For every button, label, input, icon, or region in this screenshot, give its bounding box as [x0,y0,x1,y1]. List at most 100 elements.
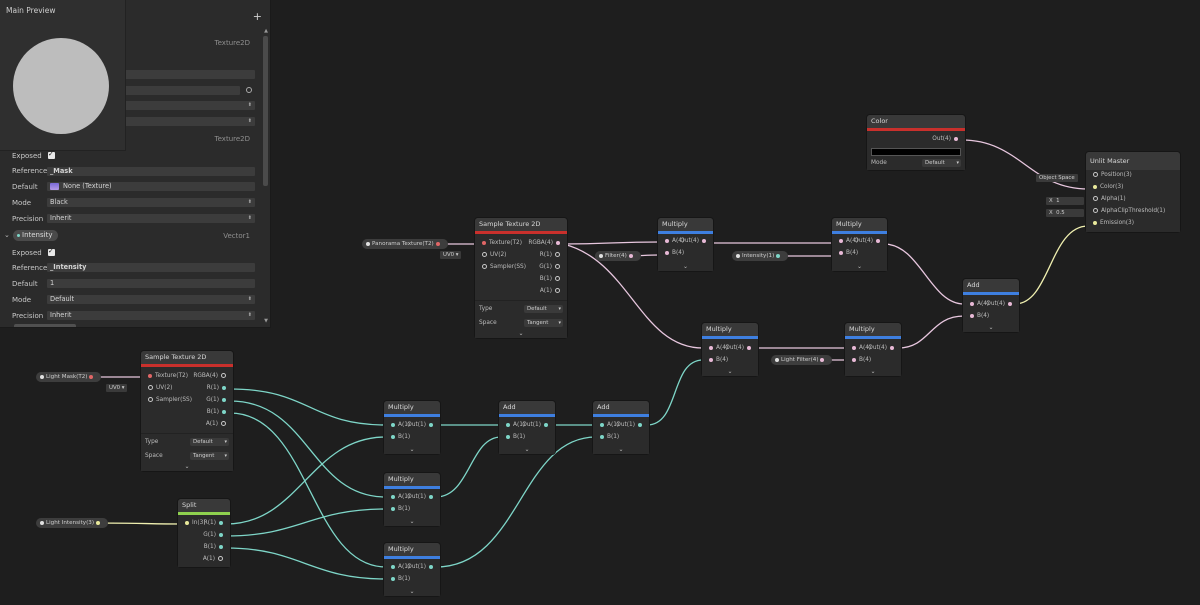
color-swatch[interactable] [871,148,961,156]
output-port-a[interactable]: A(1) [203,554,226,565]
collapse-chevron-icon[interactable]: ⌄ [658,263,713,270]
collapse-chevron-icon[interactable]: ⌄ [475,330,567,337]
output-port-rgba[interactable]: RGBA(4) [193,371,229,382]
collapse-chevron-icon[interactable]: ⌄ [384,518,440,525]
output-port-out[interactable]: Out(1) [407,562,436,573]
port-dot-icon[interactable] [89,374,94,379]
input-port-alpha[interactable]: Alpha(1) [1090,194,1126,205]
intensity-mode-dropdown[interactable]: Default [47,295,255,304]
input-port-b[interactable]: B(4) [836,248,858,259]
space-dropdown[interactable]: Tangent [190,452,229,460]
output-port-rgba[interactable]: RGBA(4) [528,238,563,249]
input-port-color[interactable]: Color(3) [1090,182,1123,193]
blackboard-scrollbar[interactable] [263,36,268,186]
output-port-r[interactable]: R(1) [207,383,229,394]
input-port-sampler[interactable]: Sampler(SS) [145,395,192,406]
property-pill-light-intensity[interactable]: Light Intensity(3) [36,518,108,528]
property-pill-intensity[interactable]: Intensity(1) [732,251,789,261]
property-pill-light-filter[interactable]: Light Filter(4) [771,355,833,365]
node-color[interactable]: Color Out(4) Mode Default [867,115,965,170]
output-port-out[interactable]: Out(4) [854,236,883,247]
output-port-out[interactable]: Out(4) [680,236,709,247]
node-multiply-3[interactable]: Multiply A(4) B(4) Out(4) ⌄ [702,323,758,376]
property-pill-filter[interactable]: Filter(4) [595,251,641,261]
output-port-out[interactable]: Out(1) [407,492,436,503]
output-port-g[interactable]: G(1) [203,530,226,541]
collapse-chevron-icon[interactable]: ⌄ [384,588,440,595]
mode-dropdown[interactable]: Default [922,159,961,167]
input-port-uv[interactable]: UV(2) [145,383,172,394]
position-space-dropdown[interactable]: Object Space [1036,174,1078,182]
input-port-b[interactable]: B(1) [503,432,525,443]
collapse-chevron-icon[interactable]: ⌄ [593,446,649,453]
input-port-b[interactable]: B(1) [597,432,619,443]
output-port-out[interactable]: Out(4) [725,343,754,354]
input-port-texture[interactable]: Texture(T2) [479,238,522,249]
mask-reference-field[interactable]: _Mask [47,167,255,176]
collapse-chevron-icon[interactable]: ⌄ [141,463,233,470]
node-multiply-1[interactable]: Multiply A(4) B(4) Out(4) ⌄ [658,218,713,271]
output-port-out[interactable]: Out(1) [522,420,551,431]
alpha-input-field[interactable]: X 1 [1046,197,1084,205]
collapse-chevron-icon[interactable]: ⌄ [845,368,901,375]
port-dot-icon[interactable] [776,253,781,258]
intensity-reference-field[interactable]: _Intensity [47,263,255,272]
type-dropdown[interactable]: Default [190,438,229,446]
input-port-uv[interactable]: UV(2) [479,250,506,261]
input-port-alpha-clip[interactable]: AlphaClipThreshold(1) [1090,206,1165,217]
collapse-chevron-icon[interactable]: ⌄ [832,263,887,270]
output-port-out[interactable]: Out(4) [868,343,897,354]
output-port-out[interactable]: Out(4) [932,134,961,145]
output-port-b[interactable]: B(1) [204,542,226,553]
collapse-chevron-icon[interactable]: ⌄ [384,446,440,453]
mask-precision-dropdown[interactable]: Inherit [47,214,255,223]
node-multiply-low-3[interactable]: Multiply A(1) B(1) Out(1) ⌄ [384,543,440,596]
output-port-b[interactable]: B(1) [207,407,229,418]
node-split[interactable]: Split In(3) R(1) G(1) B(1) A(1) [178,499,230,567]
node-add-low-1[interactable]: Add A(1) B(1) Out(1) ⌄ [499,401,555,454]
mask-mode-dropdown[interactable]: Black [47,198,255,207]
intensity-default-field[interactable]: 1 [47,279,255,288]
input-port-in[interactable]: In(3) [182,518,206,529]
mask-default-field[interactable]: None (Texture) [47,182,255,191]
node-add-1[interactable]: Add A(4) B(4) Out(4) ⌄ [963,279,1019,332]
input-port-b[interactable]: B(1) [388,504,410,515]
input-port-sampler[interactable]: Sampler(SS) [479,262,526,273]
port-dot-icon[interactable] [95,520,100,525]
input-port-emission[interactable]: Emission(3) [1090,218,1134,229]
node-multiply-low-1[interactable]: Multiply A(1) B(1) Out(1) ⌄ [384,401,440,454]
uv-channel-dropdown[interactable]: UV0 ▾ [106,384,128,392]
output-port-out[interactable]: Out(1) [616,420,645,431]
resize-grip-icon[interactable] [14,324,76,327]
input-port-position[interactable]: Position(3) [1090,170,1132,181]
input-port-b[interactable]: B(4) [706,355,728,366]
node-multiply-2[interactable]: Multiply A(4) B(4) Out(4) ⌄ [832,218,887,271]
collapse-chevron-icon[interactable]: ⌄ [963,324,1019,331]
input-port-b[interactable]: B(4) [967,311,989,322]
preview-sphere[interactable] [13,38,109,134]
input-port-b[interactable]: B(4) [849,355,871,366]
add-property-button[interactable]: + [253,10,262,23]
node-multiply-4[interactable]: Multiply A(4) B(4) Out(4) ⌄ [845,323,901,376]
space-dropdown[interactable]: Tangent [524,319,563,327]
output-port-a[interactable]: A(1) [540,286,563,297]
node-sample-texture-left[interactable]: Sample Texture 2D Texture(T2) UV(2) Samp… [141,351,233,471]
output-port-r[interactable]: R(1) [204,518,226,529]
output-port-g[interactable]: G(1) [206,395,229,406]
output-port-r[interactable]: R(1) [540,250,563,261]
input-port-b[interactable]: B(1) [388,574,410,585]
alpha-clip-input-field[interactable]: X 0.5 [1046,209,1084,217]
collapse-chevron-icon[interactable]: ⌄ [499,446,555,453]
output-port-a[interactable]: A(1) [206,419,229,430]
node-sample-texture-top[interactable]: Sample Texture 2D Texture(T2) UV(2) Samp… [475,218,567,338]
port-dot-icon[interactable] [820,357,825,362]
output-port-g[interactable]: G(1) [539,262,563,273]
input-port-b[interactable]: B(1) [388,432,410,443]
scroll-down-icon[interactable]: ▼ [264,318,268,324]
output-port-out[interactable]: Out(1) [407,420,436,431]
node-multiply-low-2[interactable]: Multiply A(1) B(1) Out(1) ⌄ [384,473,440,526]
intensity-property-pill[interactable]: Intensity [13,230,59,241]
property-pill-light-mask[interactable]: Light Mask(T2) [36,372,102,382]
node-add-low-2[interactable]: Add A(1) B(1) Out(1) ⌄ [593,401,649,454]
intensity-precision-dropdown[interactable]: Inherit [47,311,255,320]
